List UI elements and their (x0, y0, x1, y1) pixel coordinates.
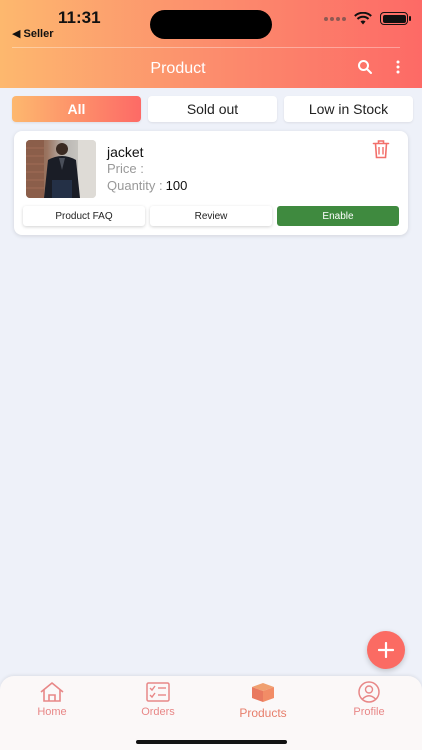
header-divider (12, 47, 400, 48)
product-quantity-row: Quantity :100 (107, 178, 187, 193)
nav-item-profile[interactable]: Profile (329, 681, 409, 718)
nav-label-profile: Profile (353, 706, 385, 718)
home-indicator (136, 740, 287, 744)
product-card: jacket Price : Quantity :100 Product FAQ… (14, 131, 408, 235)
product-name: jacket (107, 144, 144, 160)
product-quantity-label: Quantity : (107, 178, 163, 193)
signal-icon (324, 16, 346, 21)
add-product-button[interactable] (367, 631, 405, 669)
plus-icon (378, 642, 394, 658)
more-options-icon[interactable] (393, 59, 403, 75)
product-price-label: Price : (107, 161, 144, 176)
home-icon (40, 682, 64, 702)
tab-all[interactable]: All (12, 96, 141, 122)
profile-icon (358, 681, 380, 703)
product-quantity-value: 100 (165, 178, 188, 193)
product-actions: Product FAQ Review Enable (23, 206, 399, 226)
nav-item-orders[interactable]: Orders (118, 681, 198, 718)
orders-icon (146, 682, 170, 702)
product-faq-button[interactable]: Product FAQ (23, 206, 145, 226)
app-header: 11:31 ◀ Seller Product (0, 0, 422, 88)
status-time: 11:31 (58, 8, 101, 27)
nav-item-products[interactable]: Products (223, 681, 303, 720)
tab-low-in-stock[interactable]: Low in Stock (284, 96, 413, 122)
nav-label-home: Home (37, 706, 67, 718)
nav-label-products: Products (239, 706, 287, 720)
enable-button[interactable]: Enable (277, 206, 399, 226)
filter-tabs: All Sold out Low in Stock (12, 96, 413, 122)
dynamic-island (150, 10, 272, 39)
bottom-nav: Home Orders Products Profile (0, 676, 422, 750)
tab-sold-out[interactable]: Sold out (148, 96, 277, 122)
review-button[interactable]: Review (150, 206, 272, 226)
battery-icon (380, 12, 411, 25)
trash-icon[interactable] (372, 139, 390, 159)
page-title: Product (150, 60, 206, 77)
search-icon[interactable] (357, 59, 373, 75)
product-image[interactable] (26, 140, 96, 198)
status-icons (324, 12, 411, 25)
back-to-seller-link[interactable]: ◀ Seller (12, 27, 53, 40)
nav-label-orders: Orders (141, 706, 175, 718)
wifi-icon (354, 12, 372, 25)
nav-item-home[interactable]: Home (12, 681, 92, 718)
products-icon (252, 683, 274, 702)
